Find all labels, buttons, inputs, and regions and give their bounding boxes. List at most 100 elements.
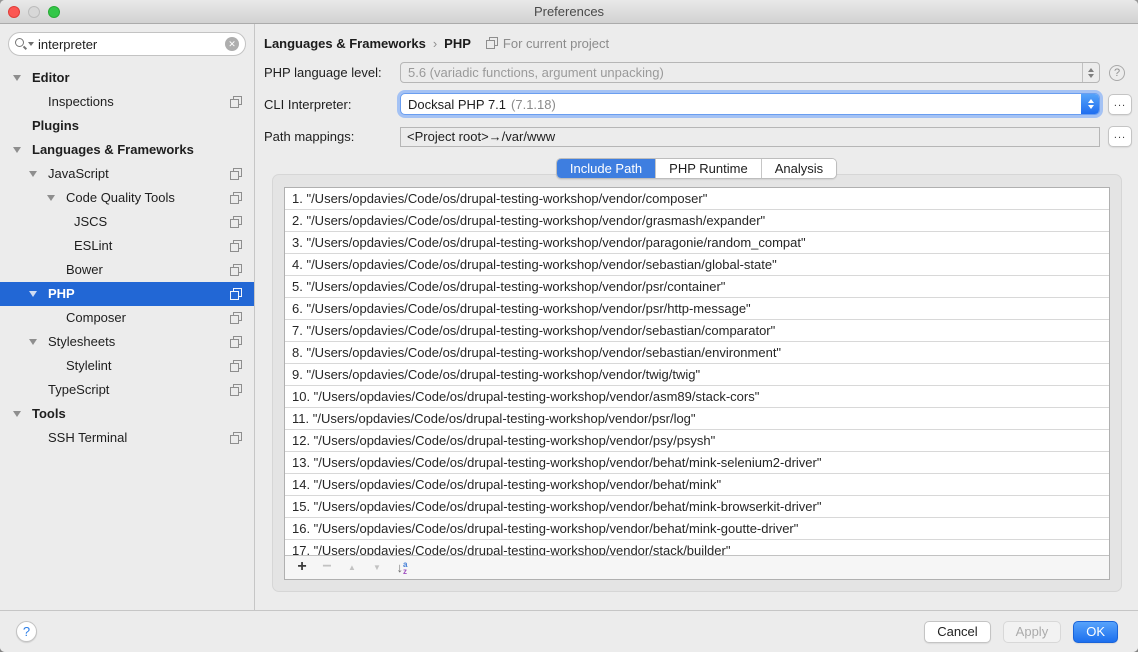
tree-item-label: ESLint (74, 238, 112, 253)
scope-indicator: For current project (486, 36, 609, 51)
tree-item-label: Stylelint (66, 358, 112, 373)
current-project-icon (230, 240, 242, 252)
expand-chevron-icon[interactable] (29, 291, 37, 297)
move-down-button: ▼ (368, 559, 386, 577)
current-project-icon (230, 216, 242, 228)
tab-include-path[interactable]: Include Path (557, 159, 656, 178)
include-path-row[interactable]: 6. "/Users/opdavies/Code/os/drupal-testi… (285, 298, 1109, 320)
include-path-row[interactable]: 10. "/Users/opdavies/Code/os/drupal-test… (285, 386, 1109, 408)
interpreter-select[interactable]: Docksal PHP 7.1 (7.1.18) (400, 93, 1100, 115)
include-path-row[interactable]: 12. "/Users/opdavies/Code/os/drupal-test… (285, 430, 1109, 452)
php-settings-tabs: Include PathPHP RuntimeAnalysis (255, 158, 1138, 179)
include-path-toolbar: + − ▲ ▼ ↓ az (285, 555, 1109, 579)
expand-chevron-icon[interactable] (13, 75, 21, 81)
include-path-row[interactable]: 3. "/Users/opdavies/Code/os/drupal-testi… (285, 232, 1109, 254)
language-level-label: PHP language level: (264, 65, 400, 80)
sort-alphabetically-button[interactable]: ↓ az (393, 559, 411, 577)
tree-item-label: Languages & Frameworks (32, 142, 194, 157)
path-mappings-label: Path mappings: (264, 129, 400, 144)
sidebar-item-plugins[interactable]: Plugins (0, 114, 254, 138)
search-options-chevron-icon[interactable] (28, 42, 34, 46)
clear-search-icon[interactable]: ✕ (225, 37, 239, 51)
sidebar-item-ssh-terminal[interactable]: SSH Terminal (0, 426, 254, 450)
sidebar-item-stylelint[interactable]: Stylelint (0, 354, 254, 378)
include-path-row[interactable]: 2. "/Users/opdavies/Code/os/drupal-testi… (285, 210, 1109, 232)
sidebar-item-typescript[interactable]: TypeScript (0, 378, 254, 402)
settings-sidebar: ✕ Editor Inspections Plugins Languages &… (0, 24, 255, 610)
search-icon (15, 38, 27, 50)
sidebar-item-bower[interactable]: Bower (0, 258, 254, 282)
sidebar-item-languages-frameworks[interactable]: Languages & Frameworks (0, 138, 254, 162)
current-project-icon (230, 384, 242, 396)
breadcrumb: Languages & Frameworks › PHP For current… (255, 24, 1138, 56)
sidebar-item-code-quality-tools[interactable]: Code Quality Tools (0, 186, 254, 210)
sidebar-item-stylesheets[interactable]: Stylesheets (0, 330, 254, 354)
tree-item-label: JavaScript (48, 166, 109, 181)
include-path-row[interactable]: 17. "/Users/opdavies/Code/os/drupal-test… (285, 540, 1109, 555)
interpreter-row: CLI Interpreter: Docksal PHP 7.1 (7.1.18… (255, 93, 1138, 115)
add-button[interactable]: + (293, 559, 311, 577)
ok-button[interactable]: OK (1073, 621, 1118, 643)
sidebar-item-editor[interactable]: Editor (0, 66, 254, 90)
tree-item-label: TypeScript (48, 382, 109, 397)
tab-php-runtime[interactable]: PHP Runtime (656, 159, 762, 178)
tab-analysis[interactable]: Analysis (762, 159, 836, 178)
sidebar-item-eslint[interactable]: ESLint (0, 234, 254, 258)
sidebar-item-composer[interactable]: Composer (0, 306, 254, 330)
move-up-button: ▲ (343, 559, 361, 577)
help-button[interactable]: ? (16, 621, 37, 642)
include-path-row[interactable]: 4. "/Users/opdavies/Code/os/drupal-testi… (285, 254, 1109, 276)
current-project-icon (230, 192, 242, 204)
interpreter-value: Docksal PHP 7.1 (408, 97, 506, 112)
sidebar-item-php[interactable]: PHP (0, 282, 254, 306)
apply-button: Apply (1003, 621, 1062, 643)
settings-search-field[interactable]: ✕ (8, 32, 246, 56)
include-path-row[interactable]: 9. "/Users/opdavies/Code/os/drupal-testi… (285, 364, 1109, 386)
expand-chevron-icon[interactable] (13, 147, 21, 153)
expand-chevron-icon[interactable] (29, 339, 37, 345)
language-level-stepper-icon (1082, 63, 1099, 82)
settings-tree: Editor Inspections Plugins Languages & F… (0, 62, 254, 610)
include-path-row[interactable]: 8. "/Users/opdavies/Code/os/drupal-testi… (285, 342, 1109, 364)
current-project-icon (230, 360, 242, 372)
breadcrumb-page: PHP (444, 36, 471, 51)
sidebar-item-tools[interactable]: Tools (0, 402, 254, 426)
current-project-icon (230, 168, 242, 180)
scope-label: For current project (503, 36, 609, 51)
window-title: Preferences (0, 4, 1138, 19)
title-bar: Preferences (0, 0, 1138, 24)
tree-item-label: SSH Terminal (48, 430, 127, 445)
breadcrumb-section: Languages & Frameworks (264, 36, 426, 51)
include-path-row[interactable]: 5. "/Users/opdavies/Code/os/drupal-testi… (285, 276, 1109, 298)
include-path-row[interactable]: 11. "/Users/opdavies/Code/os/drupal-test… (285, 408, 1109, 430)
cancel-button[interactable]: Cancel (924, 621, 990, 643)
include-path-row[interactable]: 15. "/Users/opdavies/Code/os/drupal-test… (285, 496, 1109, 518)
expand-chevron-icon[interactable] (29, 171, 37, 177)
tree-item-label: Plugins (32, 118, 79, 133)
remove-button: − (318, 559, 336, 577)
expand-chevron-icon[interactable] (13, 411, 21, 417)
include-path-row[interactable]: 1. "/Users/opdavies/Code/os/drupal-testi… (285, 188, 1109, 210)
language-level-row: PHP language level: 5.6 (variadic functi… (255, 62, 1138, 83)
path-mappings-field[interactable]: <Project root>→/var/www (400, 127, 1100, 147)
interpreter-version: (7.1.18) (511, 97, 556, 112)
include-path-list[interactable]: 1. "/Users/opdavies/Code/os/drupal-testi… (285, 188, 1109, 555)
include-path-row[interactable]: 16. "/Users/opdavies/Code/os/drupal-test… (285, 518, 1109, 540)
expand-chevron-icon[interactable] (47, 195, 55, 201)
search-input[interactable] (38, 37, 225, 52)
sidebar-item-jscs[interactable]: JSCS (0, 210, 254, 234)
sidebar-item-javascript[interactable]: JavaScript (0, 162, 254, 186)
tree-item-label: Code Quality Tools (66, 190, 175, 205)
include-path-row[interactable]: 14. "/Users/opdavies/Code/os/drupal-test… (285, 474, 1109, 496)
current-project-icon (230, 336, 242, 348)
include-path-row[interactable]: 13. "/Users/opdavies/Code/os/drupal-test… (285, 452, 1109, 474)
interpreter-stepper-icon[interactable] (1081, 93, 1100, 115)
sidebar-item-inspections[interactable]: Inspections (0, 90, 254, 114)
language-level-help-icon[interactable]: ? (1109, 65, 1125, 81)
current-project-icon (230, 96, 242, 108)
include-path-row[interactable]: 7. "/Users/opdavies/Code/os/drupal-testi… (285, 320, 1109, 342)
tree-item-label: Bower (66, 262, 103, 277)
path-mappings-row: Path mappings: <Project root>→/var/www .… (255, 126, 1138, 147)
path-mappings-browse-button[interactable]: ... (1108, 126, 1132, 147)
interpreter-browse-button[interactable]: ... (1108, 94, 1132, 115)
